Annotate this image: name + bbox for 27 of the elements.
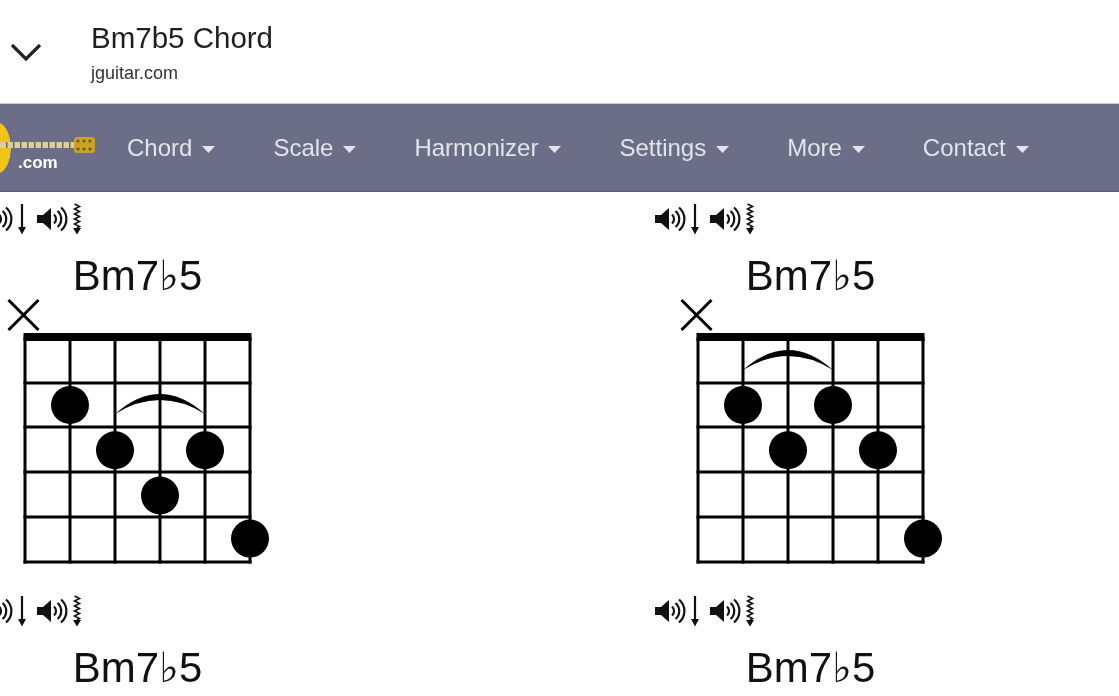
caret-icon <box>343 146 357 153</box>
guitar-neck-icon <box>0 135 95 154</box>
chord-name: Bm7♭5 <box>745 260 876 292</box>
caret-icon <box>716 146 730 153</box>
nav-menu-button[interactable]: Chord <box>127 132 216 163</box>
speaker-down-arrow-icon[interactable] <box>655 203 700 235</box>
caret-icon <box>851 146 865 153</box>
speaker-zigzag-arrow-icon[interactable] <box>710 595 755 627</box>
nav-menu-button[interactable]: Scale <box>273 132 357 163</box>
nav-menu-button[interactable]: Harmonizer <box>414 132 562 163</box>
caret-icon <box>202 146 216 153</box>
nav-menu-button[interactable]: More <box>787 132 865 163</box>
chevron-down-icon[interactable] <box>10 43 42 61</box>
speaker-zigzag-arrow-icon[interactable] <box>710 203 755 235</box>
caret-icon <box>548 146 562 153</box>
logo-link[interactable]: .com <box>0 121 95 174</box>
page-title: Bm7b5 Chord <box>91 20 273 56</box>
caret-icon <box>1015 146 1029 153</box>
nav-menu-button[interactable]: Settings <box>619 132 730 163</box>
chord-name: Bm7♭5 <box>72 260 203 292</box>
chord-name: Bm7♭5 <box>72 652 203 684</box>
nav-menu-button[interactable]: Contact <box>922 132 1029 163</box>
speaker-down-arrow-icon[interactable] <box>655 595 700 627</box>
speaker-zigzag-arrow-icon[interactable] <box>37 595 82 627</box>
site-url: jguitar.com <box>91 62 179 84</box>
chord-name: Bm7♭5 <box>745 652 876 684</box>
speaker-zigzag-arrow-icon[interactable] <box>37 203 82 235</box>
